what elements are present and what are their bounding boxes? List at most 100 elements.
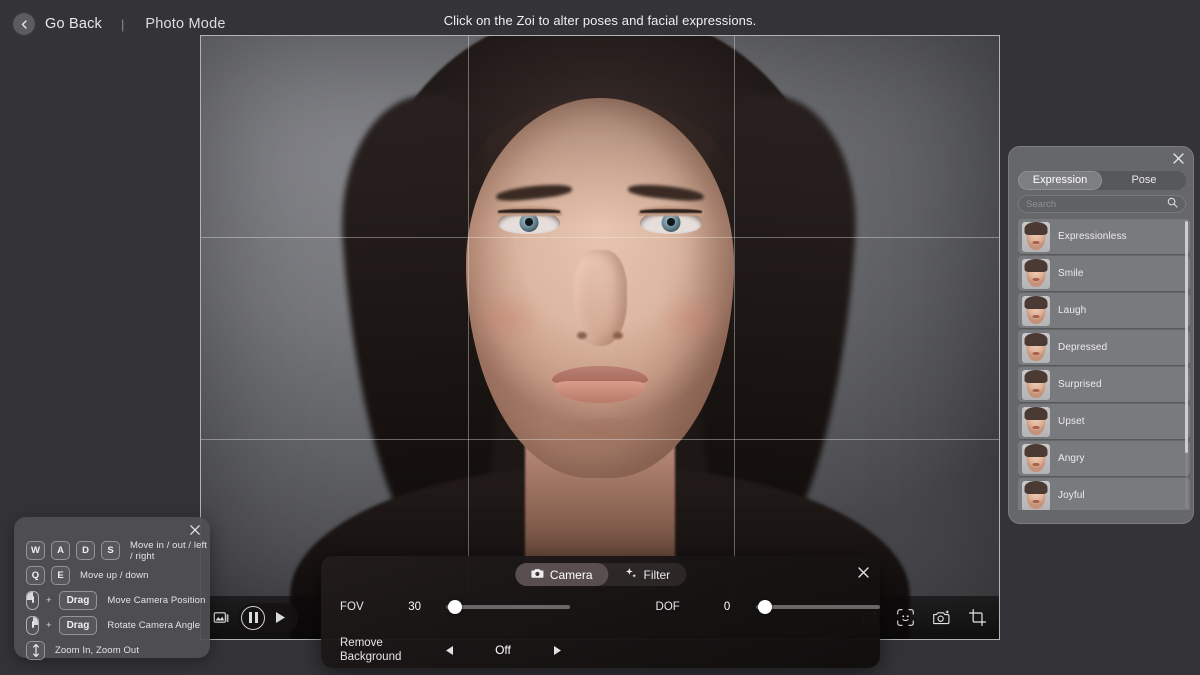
list-item[interactable]: Laugh [1018,293,1190,328]
tab-pose[interactable]: Pose [1102,171,1186,190]
mouse-wheel-icon [26,641,45,660]
photo-viewport[interactable] [200,35,1000,640]
help-row: WADS Move in / out / left / right [26,541,210,560]
gallery-icon[interactable] [213,609,230,626]
arrow-left-icon[interactable] [440,641,458,659]
list-item-label: Smile [1058,268,1084,279]
help-row: + Drag Move Camera Position [26,591,210,610]
tab-filter-label: Filter [644,568,671,582]
top-bar: Go Back | Photo Mode Click on the Zoi to… [0,0,1200,48]
help-description: Move Camera Position [107,595,205,606]
list-item-label: Depressed [1058,342,1107,353]
key-e: E [51,566,70,585]
dof-label: DOF [656,601,724,613]
tab-filter[interactable]: Filter [609,563,687,586]
key-s: S [101,541,120,560]
help-description: Move up / down [80,570,148,581]
character-face[interactable] [466,98,734,478]
cheek-left [474,294,540,344]
search-icon[interactable] [1167,195,1178,213]
search-box[interactable] [1018,195,1186,213]
list-item[interactable]: Smile [1018,256,1190,291]
list-item[interactable]: Angry [1018,441,1190,476]
drag-key: Drag [59,591,98,610]
playback-controls [238,603,298,633]
pause-icon[interactable] [241,606,265,630]
lips [552,366,648,406]
expression-list[interactable]: Expressionless Smile Laugh Depressed Surpris… [1018,219,1190,510]
tab-camera-label: Camera [550,568,593,582]
remove-background-label: Remove Background [340,636,426,664]
help-row: Zoom In, Zoom Out [26,641,210,660]
cheek-right [660,294,726,344]
close-icon[interactable] [1172,152,1185,170]
fov-value: 30 [408,601,446,613]
face-scan-icon[interactable] [896,608,915,627]
nose [573,250,627,346]
expression-thumbnail [1022,259,1050,289]
help-row: + Drag Rotate Camera Angle [26,616,210,635]
camera-sliders-row: FOV 30 DOF 0 [321,601,880,613]
key-a: A [51,541,70,560]
remove-background-value: Off [458,643,548,657]
key-w: W [26,541,45,560]
plus-sign: + [46,595,52,606]
list-item[interactable]: Surprised [1018,367,1190,402]
camera-settings-panel: Camera Filter FOV 30 DOF 0 [321,556,880,668]
remove-background-row: Remove Background Off [321,636,880,664]
list-item[interactable]: Expressionless [1018,219,1190,254]
eye-right [640,210,702,234]
help-description: Zoom In, Zoom Out [55,645,139,656]
scrollbar-thumb[interactable] [1185,221,1188,453]
expression-thumbnail [1022,444,1050,474]
mouse-right-button-icon [26,616,39,635]
help-rows: WADS Move in / out / left / right QE Move u… [26,541,210,660]
list-item[interactable]: Depressed [1018,330,1190,365]
fov-slider[interactable] [446,605,570,609]
key-q: Q [26,566,45,585]
key-d: D [76,541,95,560]
camera-panel-tabs: Camera Filter [515,563,686,586]
eye-left [498,210,560,234]
expression-thumbnail [1022,370,1050,400]
fov-slider-knob[interactable] [448,600,462,614]
search-input[interactable] [1026,199,1167,210]
list-item-label: Upset [1058,416,1085,427]
expression-thumbnail [1022,222,1050,252]
sparkle-icon [625,567,638,583]
dof-slider-knob[interactable] [758,600,772,614]
expression-thumbnail [1022,333,1050,363]
plus-sign: + [46,620,52,631]
list-item-label: Expressionless [1058,231,1127,242]
play-icon[interactable] [275,611,286,624]
fov-label: FOV [340,601,408,613]
close-icon[interactable] [189,523,201,541]
list-item[interactable]: Upset [1018,404,1190,439]
expression-thumbnail [1022,481,1050,511]
camera-effect-icon[interactable] [932,608,951,627]
dof-value: 0 [724,601,756,613]
camera-icon [531,567,544,582]
dof-slider[interactable] [756,605,880,609]
list-item-label: Surprised [1058,379,1102,390]
drag-key: Drag [59,616,98,635]
chin-shading [540,418,660,464]
panel-tabs: Expression Pose [1018,171,1186,190]
help-description: Rotate Camera Angle [107,620,200,631]
tab-camera[interactable]: Camera [515,563,609,586]
hint-text: Click on the Zoi to alter poses and faci… [0,13,1200,28]
help-row: QE Move up / down [26,566,210,585]
close-icon[interactable] [857,566,870,584]
expression-thumbnail [1022,296,1050,326]
mouse-left-button-icon [26,591,39,610]
list-item-label: Joyful [1058,490,1085,501]
expression-panel: Expression Pose Expressionless Smile Laugh… [1008,146,1194,524]
camera-controls-help-panel: WADS Move in / out / left / right QE Move u… [14,517,210,658]
arrow-right-icon[interactable] [548,641,566,659]
tab-expression[interactable]: Expression [1018,171,1102,190]
crop-icon[interactable] [968,608,987,627]
help-description: Move in / out / left / right [130,540,210,562]
list-item[interactable]: Joyful [1018,478,1190,510]
list-item-label: Angry [1058,453,1085,464]
photo-mode-screen: Go Back | Photo Mode Click on the Zoi to… [0,0,1200,675]
